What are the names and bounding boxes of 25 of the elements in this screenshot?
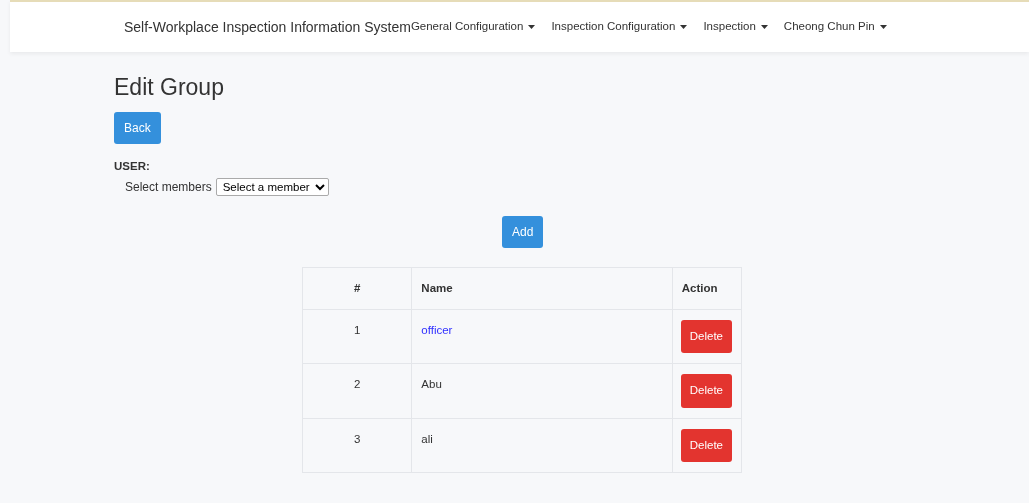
- column-header: Action: [672, 267, 742, 310]
- caret-icon: [680, 25, 688, 30]
- column-header: #: [302, 267, 412, 310]
- delete-button[interactable]: Delete: [680, 374, 732, 408]
- nav-menu[interactable]: Inspection Configuration: [551, 18, 688, 36]
- page-title: Edit Group: [114, 74, 225, 102]
- table-cell: 3: [302, 418, 412, 473]
- delete-button[interactable]: Delete: [680, 320, 732, 354]
- select-label: Select members: [125, 178, 212, 196]
- app-title: Self-Workplace Inspection Information System: [124, 17, 411, 37]
- table-cell: Abu: [411, 363, 673, 419]
- name-link[interactable]: officer: [421, 324, 453, 337]
- caret-icon: [528, 25, 536, 30]
- nav-menu[interactable]: Inspection: [703, 18, 768, 36]
- caret-icon: [879, 25, 887, 30]
- delete-button[interactable]: Delete: [680, 428, 732, 462]
- nav-menu[interactable]: Cheong Chun Pin: [783, 18, 887, 36]
- table-cell: 2: [302, 363, 412, 419]
- table-cell: 1: [302, 309, 412, 364]
- nav-menu[interactable]: General Configuration: [410, 18, 536, 36]
- column-header: Name: [411, 267, 673, 310]
- member-select[interactable]: Select a member: [215, 177, 329, 196]
- table-cell: ali: [411, 418, 673, 473]
- user-label: USER:: [114, 158, 151, 174]
- caret-icon: [760, 25, 768, 30]
